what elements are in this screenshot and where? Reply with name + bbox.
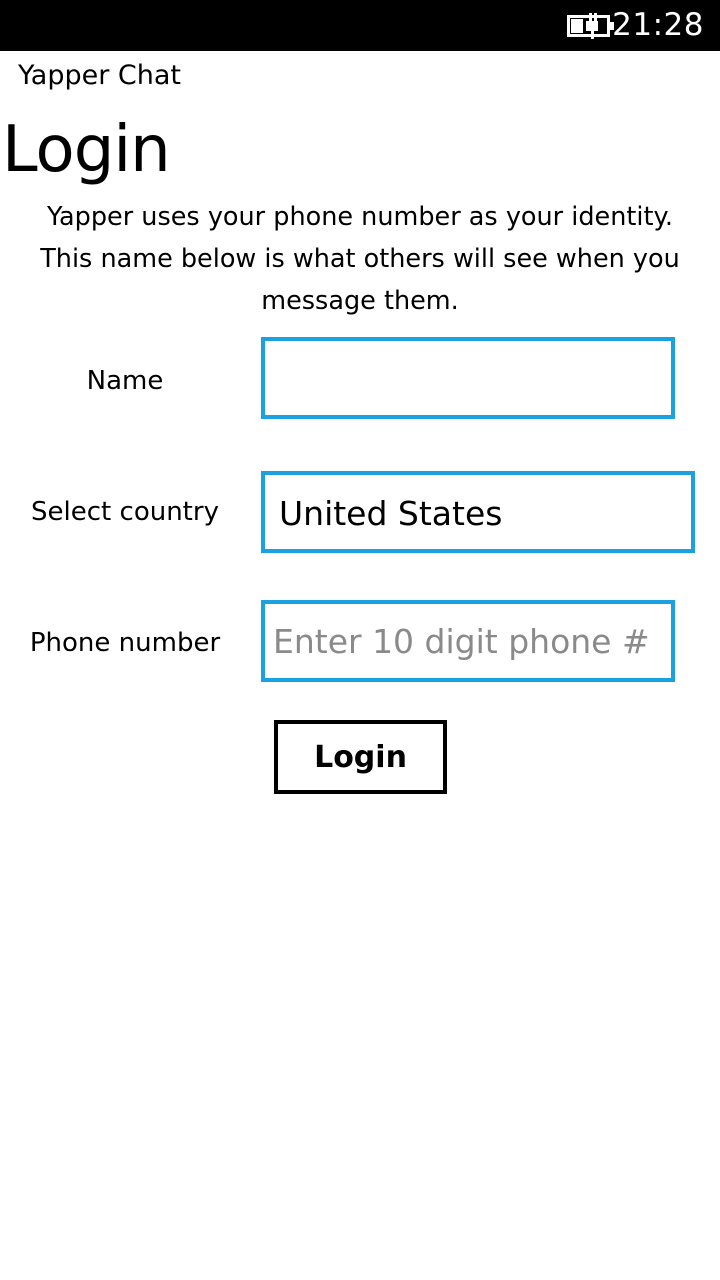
name-label: Name (86, 366, 164, 396)
login-button[interactable]: Login (274, 720, 447, 794)
country-select[interactable]: United States (261, 471, 695, 553)
status-time: 21:28 (612, 7, 704, 43)
phone-input[interactable] (261, 600, 675, 682)
country-label: Select country (31, 497, 219, 527)
intro-text: Yapper uses your phone number as your id… (40, 202, 680, 316)
country-selected-value: United States (279, 494, 503, 533)
app-title: Yapper Chat (18, 60, 181, 91)
phone-label: Phone number (29, 628, 221, 658)
battery-charging-icon (567, 13, 614, 39)
name-input[interactable] (261, 337, 675, 419)
page-title: Login (2, 113, 171, 187)
status-bar: 21:28 (0, 0, 720, 51)
